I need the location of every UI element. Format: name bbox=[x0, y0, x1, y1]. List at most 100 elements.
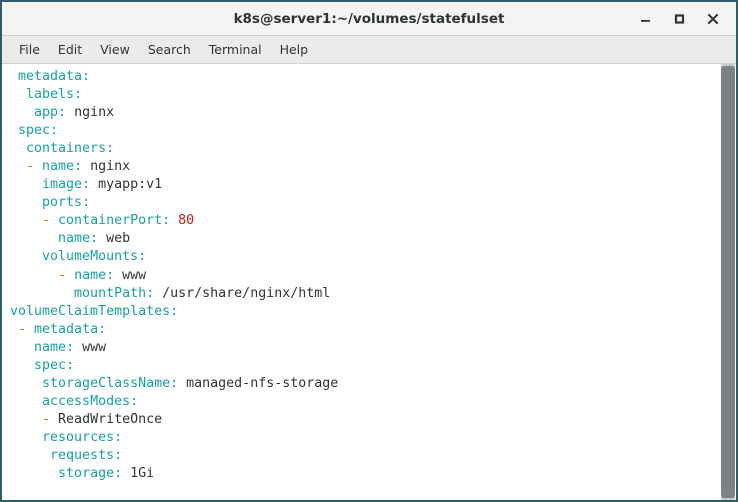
yaml-colon: : bbox=[146, 285, 155, 301]
yaml-value: ReadWriteOnce bbox=[58, 411, 163, 427]
yaml-colon: : bbox=[114, 466, 123, 482]
yaml-key: app bbox=[34, 105, 59, 121]
yaml-colon: : bbox=[106, 141, 115, 157]
yaml-key: storageClassName bbox=[42, 375, 171, 391]
terminal-line: - containerPort: 80 bbox=[10, 212, 718, 230]
menu-item-search[interactable]: Search bbox=[139, 39, 200, 60]
yaml-colon: : bbox=[82, 69, 91, 84]
menu-item-file[interactable]: File bbox=[10, 39, 49, 60]
terminal-line: labels: bbox=[10, 86, 718, 104]
yaml-value: www bbox=[114, 267, 147, 283]
yaml-colon: : bbox=[74, 87, 83, 103]
window-controls bbox=[628, 2, 730, 35]
yaml-colon: : bbox=[90, 231, 99, 247]
yaml-value: myapp:v1 bbox=[90, 177, 163, 193]
yaml-colon: : bbox=[106, 267, 115, 283]
yaml-key: storage bbox=[58, 466, 115, 482]
yaml-key: name bbox=[58, 231, 91, 247]
terminal-scrollbar[interactable] bbox=[718, 64, 736, 500]
yaml-value: 1Gi bbox=[122, 466, 155, 482]
terminal-line: ports: bbox=[10, 194, 718, 212]
yaml-key: spec bbox=[18, 123, 51, 139]
menu-item-terminal[interactable]: Terminal bbox=[200, 39, 271, 60]
yaml-key: containers bbox=[26, 141, 107, 157]
terminal-line: spec: bbox=[10, 122, 718, 140]
close-button[interactable] bbox=[696, 4, 730, 34]
terminal-line: mountPath: /usr/share/nginx/html bbox=[10, 285, 718, 303]
terminal-line: storage: 1Gi bbox=[10, 465, 718, 483]
yaml-key: metadata bbox=[18, 69, 83, 84]
yaml-colon: : bbox=[114, 447, 123, 463]
menu-item-help[interactable]: Help bbox=[271, 39, 318, 60]
terminal-line: - name: nginx bbox=[10, 158, 718, 176]
yaml-colon: : bbox=[170, 303, 179, 319]
yaml-value: nginx bbox=[82, 159, 131, 175]
terminal-line: containers: bbox=[10, 140, 718, 158]
terminal-line: name: www bbox=[10, 339, 718, 357]
terminal-body[interactable]: metadata: labels: app: nginx spec: conta… bbox=[2, 64, 736, 500]
maximize-icon bbox=[673, 12, 686, 25]
terminal-window: k8s@server1:~/volumes/statefulset File E… bbox=[0, 0, 738, 502]
scrollbar-thumb[interactable] bbox=[721, 66, 735, 498]
list-dash: - bbox=[18, 321, 35, 337]
yaml-key: mountPath bbox=[74, 285, 147, 301]
yaml-key: name bbox=[42, 159, 75, 175]
yaml-value: web bbox=[98, 231, 131, 247]
terminal-line: - metadata: bbox=[10, 321, 718, 339]
minimize-button[interactable] bbox=[628, 4, 662, 34]
yaml-key: metadata bbox=[34, 321, 99, 337]
yaml-key: containerPort bbox=[58, 213, 163, 229]
terminal-output[interactable]: metadata: labels: app: nginx spec: conta… bbox=[2, 64, 718, 500]
maximize-button[interactable] bbox=[662, 4, 696, 34]
list-dash: - bbox=[26, 159, 43, 175]
list-dash: - bbox=[58, 267, 75, 283]
terminal-line: requests: bbox=[10, 447, 718, 465]
yaml-colon: : bbox=[138, 249, 147, 265]
terminal-line: volumeMounts: bbox=[10, 248, 718, 266]
list-dash: - bbox=[42, 411, 59, 427]
yaml-key: volumeMounts bbox=[42, 249, 139, 265]
menubar: File Edit View Search Terminal Help bbox=[2, 36, 736, 64]
terminal-spacer bbox=[10, 483, 718, 500]
yaml-colon: : bbox=[50, 123, 59, 139]
terminal-line: resources: bbox=[10, 429, 718, 447]
yaml-key: name bbox=[74, 267, 107, 283]
yaml-colon: : bbox=[66, 339, 75, 355]
terminal-line: metadata: bbox=[10, 68, 718, 86]
yaml-value: managed-nfs-storage bbox=[178, 375, 339, 391]
yaml-colon: : bbox=[130, 393, 139, 409]
yaml-colon: : bbox=[74, 159, 83, 175]
menu-item-edit[interactable]: Edit bbox=[49, 39, 91, 60]
yaml-key: labels bbox=[26, 87, 75, 103]
yaml-key: spec bbox=[34, 357, 67, 373]
window-title: k8s@server1:~/volumes/statefulset bbox=[233, 10, 505, 27]
yaml-colon: : bbox=[98, 321, 107, 337]
terminal-line: - ReadWriteOnce bbox=[10, 411, 718, 429]
yaml-value: nginx bbox=[66, 105, 115, 121]
menu-item-view[interactable]: View bbox=[91, 39, 139, 60]
yaml-value: /usr/share/nginx/html bbox=[154, 285, 331, 301]
yaml-value-number: 80 bbox=[170, 213, 195, 229]
yaml-colon: : bbox=[114, 429, 123, 445]
terminal-line: storageClassName: managed-nfs-storage bbox=[10, 375, 718, 393]
terminal-line: volumeClaimTemplates: bbox=[10, 303, 718, 321]
terminal-line: name: web bbox=[10, 230, 718, 248]
titlebar[interactable]: k8s@server1:~/volumes/statefulset bbox=[2, 2, 736, 36]
